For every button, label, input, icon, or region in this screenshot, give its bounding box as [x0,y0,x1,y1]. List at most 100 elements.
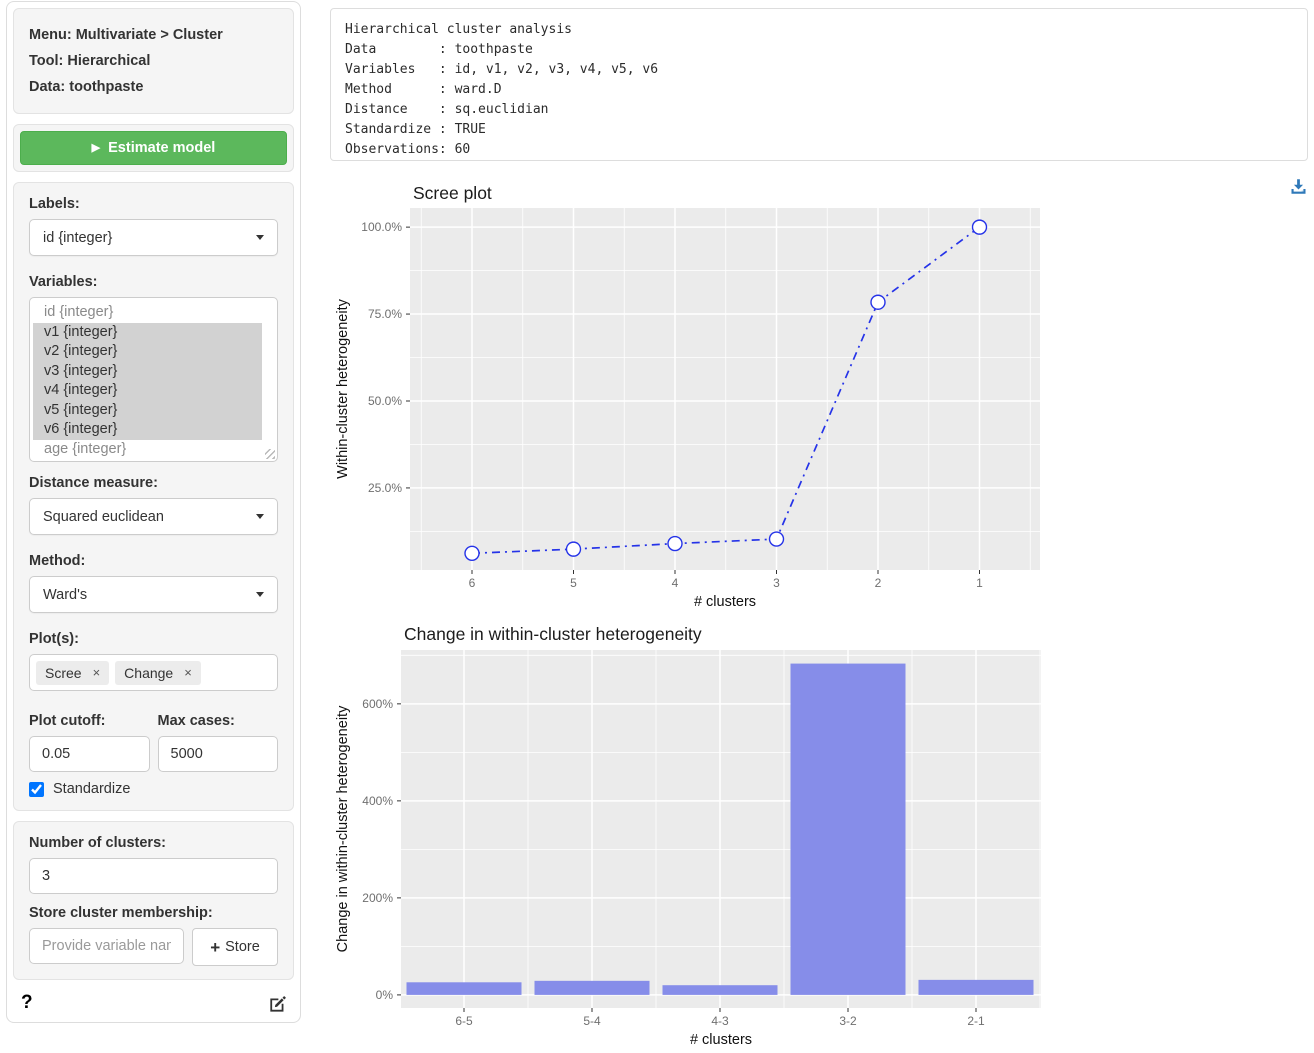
method-select-value: Ward's [43,587,87,603]
x-tick-label: 3-2 [839,1014,857,1028]
variables-option[interactable]: v1 {integer} [33,323,262,343]
variables-group: Variables: id {integer}v1 {integer}v2 {i… [29,274,278,462]
help-icon[interactable]: ? [21,992,33,1014]
bar [919,980,1034,995]
plot-tag-label: Change [124,665,173,681]
store-button-label: Store [225,939,260,955]
variables-label: Variables: [29,274,278,290]
resize-handle[interactable] [265,449,275,459]
variables-option[interactable]: v2 {integer} [33,342,262,362]
bar [663,985,778,995]
distance-measure-value: Squared euclidean [43,509,164,525]
y-tick-label: 0% [376,988,394,1002]
x-tick-label: 6 [469,576,476,590]
tool-info: Tool: Hierarchical [29,48,278,74]
bar [535,981,650,995]
variables-option[interactable]: v3 {integer} [33,362,262,382]
distance-group: Distance measure: Squared euclidean [29,475,278,535]
data-point [871,295,885,309]
variables-option[interactable]: v6 {integer} [33,420,262,440]
estimate-model-label: Estimate model [108,140,215,156]
number-of-clusters-label: Number of clusters: [29,835,278,851]
plots-group: Plot(s): Scree×Change× [29,631,278,691]
caret-down-icon [256,235,264,240]
max-cases-label: Max cases: [158,713,279,729]
data-point [770,532,784,546]
plot-cutoff-input[interactable] [29,736,150,772]
estimate-panel: ▶ Estimate model [13,124,294,172]
help-row: ? [13,990,294,1018]
bar [407,982,522,995]
x-tick-label: 4 [672,576,679,590]
labels-select-value: id {integer} [43,230,112,246]
standardize-row: Standardize [29,781,278,797]
controls-panel: Labels: id {integer} Variables: id {inte… [13,182,294,811]
x-tick-label: 2 [875,576,882,590]
x-tick-label: 5 [570,576,577,590]
data-info: Data: toothpaste [29,74,278,100]
x-tick-label: 1 [976,576,983,590]
store-button[interactable]: + Store [192,928,278,966]
bar [791,664,906,995]
estimate-model-button[interactable]: ▶ Estimate model [20,131,287,165]
variables-listbox[interactable]: id {integer}v1 {integer}v2 {integer}v3 {… [29,297,278,462]
plots-input[interactable]: Scree × Change × [29,654,278,691]
plus-icon: + [210,939,220,956]
variables-option[interactable]: id {integer} [33,303,262,323]
model-info-panel: Menu: Multivariate > Cluster Tool: Hiera… [13,8,294,114]
max-cases-input[interactable] [158,736,279,772]
data-point [465,546,479,560]
y-tick-label: 400% [362,794,393,808]
standardize-checkbox[interactable] [29,782,44,797]
y-tick-label: 75.0% [368,307,402,321]
summary-text: Hierarchical cluster analysis Data : too… [345,20,1293,160]
play-icon: ▶ [92,143,100,154]
store-row: + Store [29,928,278,966]
scree-plot: Scree plot65432125.0%50.0%75.0%100.0%# c… [330,178,1042,612]
edit-report-icon[interactable] [268,994,286,1012]
method-group: Method: Ward's [29,553,278,613]
sidebar-panel: Menu: Multivariate > Cluster Tool: Hiera… [6,1,301,1023]
x-tick-label: 6-5 [455,1014,473,1028]
method-label: Method: [29,553,278,569]
remove-tag-icon[interactable]: × [93,665,101,680]
cutoff-maxcases-row: Plot cutoff: Max cases: [29,713,278,772]
distance-measure-select[interactable]: Squared euclidean [29,498,278,535]
y-axis-title: Change in within-cluster heterogeneity [335,705,351,952]
max-cases-group: Max cases: [158,713,279,772]
caret-down-icon [256,514,264,519]
plot-tag-label: Scree [45,665,82,681]
x-tick-label: 5-4 [583,1014,601,1028]
labels-select[interactable]: id {integer} [29,219,278,256]
method-select[interactable]: Ward's [29,576,278,613]
variables-option[interactable]: v5 {integer} [33,401,262,421]
download-plot-button[interactable] [1290,178,1307,200]
labels-label: Labels: [29,196,278,212]
plot-tag[interactable]: Scree × [36,661,109,685]
y-axis-title: Within-cluster heterogeneity [335,298,351,478]
data-point [973,220,987,234]
remove-tag-icon[interactable]: × [184,665,192,680]
x-axis-title: # clusters [690,1032,752,1048]
variables-option[interactable]: v4 {integer} [33,381,262,401]
x-tick-label: 2-1 [967,1014,985,1028]
y-tick-label: 200% [362,891,393,905]
clusters-panel: Number of clusters: Store cluster member… [13,821,294,980]
plot-tag[interactable]: Change × [115,661,201,685]
number-of-clusters-input[interactable] [29,858,278,894]
store-variable-input[interactable] [29,928,184,964]
download-icon [1290,178,1307,195]
store-membership-label: Store cluster membership: [29,905,278,921]
data-point [668,537,682,551]
x-tick-label: 3 [773,576,780,590]
y-tick-label: 600% [362,697,393,711]
change-plot: Change in within-cluster heterogeneity 6-… [330,612,1042,1053]
chart-title: Scree plot [413,183,492,203]
plot-panel [410,208,1040,570]
standardize-label[interactable]: Standardize [53,781,130,797]
distance-measure-label: Distance measure: [29,475,278,491]
y-tick-label: 100.0% [361,220,402,234]
plot-cutoff-group: Plot cutoff: [29,713,150,772]
labels-group: Labels: id {integer} [29,196,278,256]
variables-option[interactable]: age {integer} [33,440,262,460]
